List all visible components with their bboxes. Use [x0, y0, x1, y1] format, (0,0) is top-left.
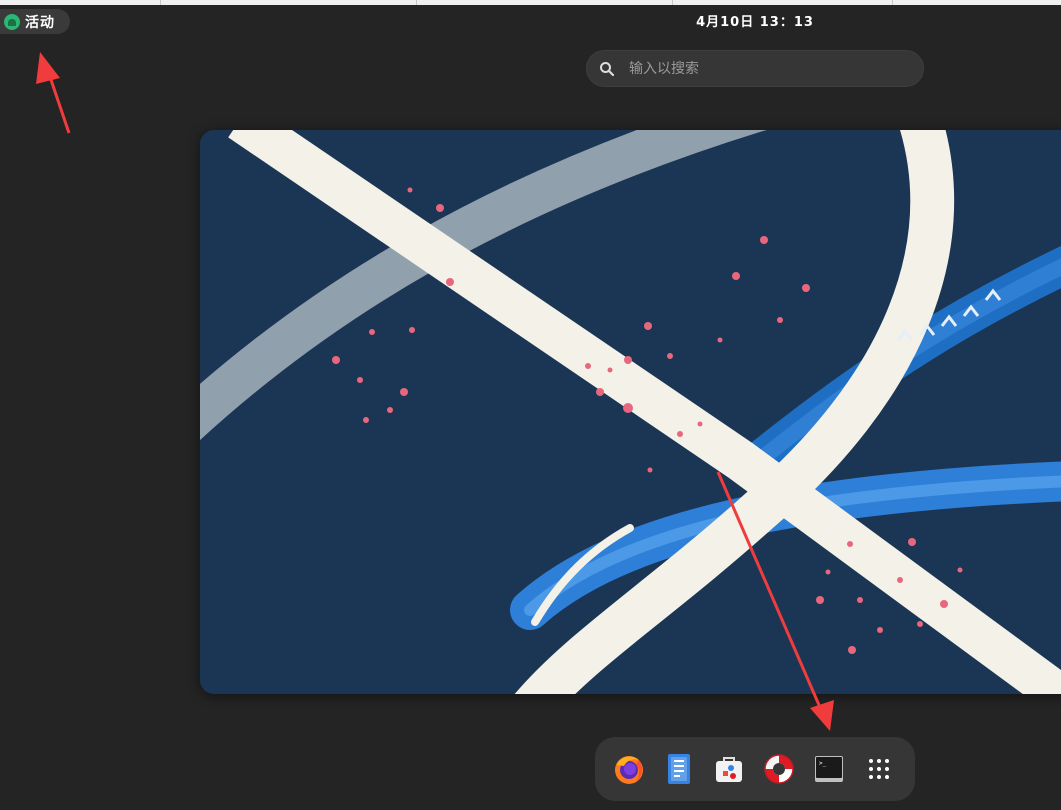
overview-screen: 活动 4月10日 13：13 输入以搜索 >_: [0, 0, 1061, 810]
dash-terminal[interactable]: >_: [811, 751, 847, 787]
strip-separator: [892, 0, 893, 5]
dash-help[interactable]: [761, 751, 797, 787]
dash-software[interactable]: [711, 751, 747, 787]
distro-logo-icon: [4, 13, 20, 30]
software-store-icon: [716, 757, 742, 782]
dash-show-apps[interactable]: [861, 751, 897, 787]
search-bar[interactable]: [586, 50, 924, 87]
wallpaper: [200, 130, 1061, 694]
app-grid-icon: [869, 759, 889, 779]
strip-separator: [160, 0, 161, 5]
text-editor-icon: [668, 754, 690, 784]
firefox-icon: [615, 756, 643, 784]
lifebuoy-icon: [764, 754, 794, 784]
strip-separator: [672, 0, 673, 5]
window-top-strip: [0, 0, 1061, 5]
arrow-to-activities: [36, 52, 71, 134]
strip-separator: [416, 0, 417, 5]
dash-text-editor[interactable]: [661, 751, 697, 787]
dash: >_: [595, 737, 915, 801]
workspace-thumbnail[interactable]: [200, 130, 1061, 694]
activities-label: 活动: [25, 14, 55, 31]
search-input[interactable]: [627, 59, 911, 78]
activities-button[interactable]: 活动: [0, 9, 70, 34]
terminal-icon: >_: [815, 756, 843, 782]
dash-firefox[interactable]: [611, 751, 647, 787]
search-icon: [600, 61, 615, 76]
terminal-prompt: >_: [819, 760, 827, 767]
clock[interactable]: 4月10日 13：13: [660, 11, 850, 30]
